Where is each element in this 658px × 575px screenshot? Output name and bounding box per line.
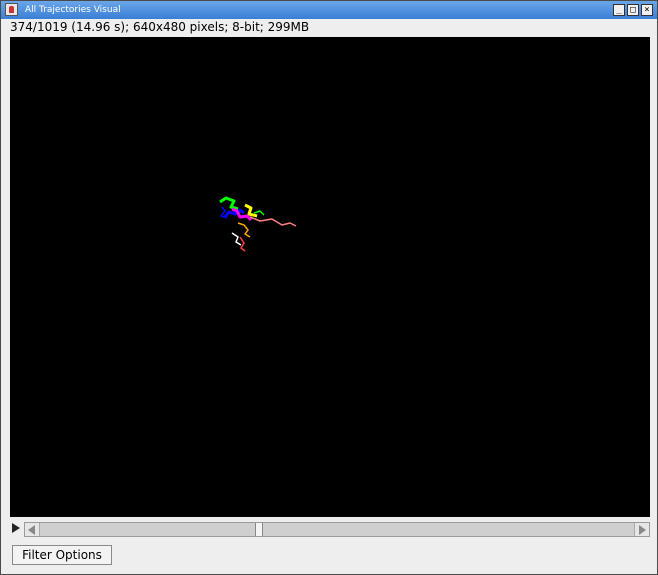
window-title: All Trajectories Visual — [25, 5, 121, 15]
title-bar[interactable]: All Trajectories Visual _ □ × — [1, 1, 657, 19]
maximize-button[interactable]: □ — [627, 4, 639, 16]
minimize-button[interactable]: _ — [613, 4, 625, 16]
trajectories-overlay — [219, 196, 297, 252]
trajectory-path — [244, 203, 258, 218]
app-window: All Trajectories Visual _ □ × 374/1019 (… — [0, 0, 658, 575]
app-icon[interactable] — [5, 3, 18, 16]
filter-options-button[interactable]: Filter Options — [12, 545, 112, 565]
frame-slider[interactable] — [24, 522, 650, 537]
image-canvas[interactable] — [10, 37, 650, 517]
image-info-status: 374/1019 (14.96 s); 640x480 pixels; 8-bi… — [10, 20, 310, 34]
trajectory-path — [237, 222, 251, 238]
trajectory-path — [231, 232, 242, 246]
close-button[interactable]: × — [641, 4, 653, 16]
scroll-left-arrow-icon[interactable] — [25, 523, 40, 536]
scroll-right-arrow-icon[interactable] — [634, 523, 649, 536]
play-icon[interactable] — [12, 523, 20, 533]
slider-thumb[interactable] — [255, 523, 263, 536]
trajectory-path — [249, 216, 297, 227]
